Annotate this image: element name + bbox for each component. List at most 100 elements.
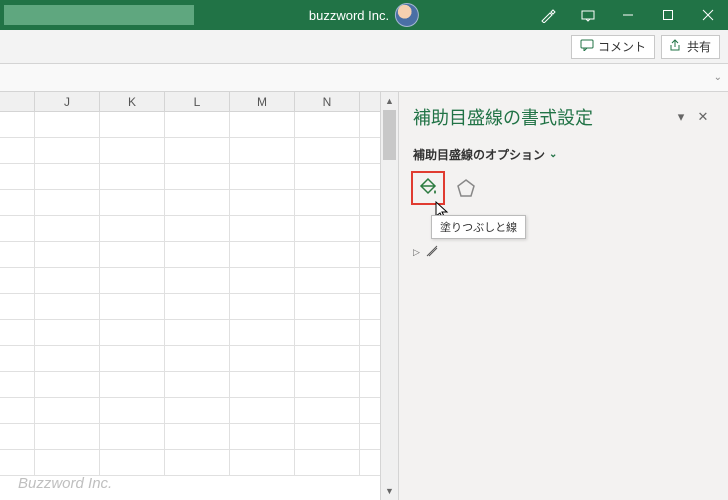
worksheet[interactable]: JKLMN Buzzword Inc.	[0, 92, 380, 500]
cell[interactable]	[100, 294, 165, 319]
cell[interactable]	[165, 294, 230, 319]
cell[interactable]	[100, 268, 165, 293]
cell[interactable]	[0, 242, 35, 267]
minimize-button[interactable]	[608, 0, 648, 30]
cell[interactable]	[100, 190, 165, 215]
cell[interactable]	[35, 216, 100, 241]
cell[interactable]	[0, 216, 35, 241]
cell[interactable]	[0, 164, 35, 189]
line-section[interactable]: ▷ 線	[413, 245, 714, 260]
comment-button[interactable]: コメント	[571, 35, 655, 59]
cell[interactable]	[295, 216, 360, 241]
cell[interactable]	[100, 372, 165, 397]
cell[interactable]	[230, 242, 295, 267]
cell[interactable]	[295, 294, 360, 319]
cell[interactable]	[230, 346, 295, 371]
cell[interactable]	[35, 268, 100, 293]
pane-options-dropdown[interactable]: 補助目盛線のオプション ⌄	[413, 146, 714, 163]
fill-line-tab[interactable]	[413, 173, 443, 203]
ribbon-display-icon[interactable]	[568, 0, 608, 30]
scroll-up-icon[interactable]: ▲	[381, 92, 398, 110]
cell[interactable]	[295, 424, 360, 449]
column-header[interactable]: L	[165, 92, 230, 111]
expand-ribbon-icon[interactable]: ⌄	[714, 72, 722, 83]
user-avatar[interactable]	[395, 3, 419, 27]
cell[interactable]	[230, 164, 295, 189]
cell[interactable]	[230, 372, 295, 397]
cell[interactable]	[295, 112, 360, 137]
cell[interactable]	[165, 450, 230, 475]
cell[interactable]	[230, 216, 295, 241]
cell[interactable]	[230, 450, 295, 475]
cell[interactable]	[0, 372, 35, 397]
pane-close-button[interactable]: ✕	[692, 106, 714, 128]
scroll-track[interactable]	[381, 110, 398, 482]
cell[interactable]	[295, 450, 360, 475]
cell[interactable]	[35, 112, 100, 137]
cell[interactable]	[0, 190, 35, 215]
cell[interactable]	[0, 450, 35, 475]
cell[interactable]	[35, 424, 100, 449]
column-header[interactable]: J	[35, 92, 100, 111]
search-or-pen-icon[interactable]	[528, 0, 568, 30]
cell[interactable]	[100, 112, 165, 137]
cell[interactable]	[295, 242, 360, 267]
column-header[interactable]: M	[230, 92, 295, 111]
cell[interactable]	[230, 112, 295, 137]
cell[interactable]	[35, 346, 100, 371]
cell[interactable]	[165, 216, 230, 241]
cell[interactable]	[165, 138, 230, 163]
cell[interactable]	[295, 372, 360, 397]
cell[interactable]	[230, 190, 295, 215]
cell[interactable]	[100, 242, 165, 267]
cell[interactable]	[35, 372, 100, 397]
scroll-down-icon[interactable]: ▼	[381, 482, 398, 500]
cell[interactable]	[100, 346, 165, 371]
cell[interactable]	[0, 320, 35, 345]
cell[interactable]	[35, 190, 100, 215]
cell[interactable]	[165, 112, 230, 137]
cell[interactable]	[165, 268, 230, 293]
cell[interactable]	[230, 294, 295, 319]
cell[interactable]	[100, 398, 165, 423]
cell[interactable]	[0, 112, 35, 137]
cell[interactable]	[0, 346, 35, 371]
cell[interactable]	[35, 398, 100, 423]
cell[interactable]	[0, 268, 35, 293]
cell[interactable]	[295, 346, 360, 371]
cell[interactable]	[0, 424, 35, 449]
cell[interactable]	[295, 268, 360, 293]
cell[interactable]	[0, 294, 35, 319]
cell[interactable]	[295, 138, 360, 163]
cell[interactable]	[165, 320, 230, 345]
vertical-scrollbar[interactable]: ▲ ▼	[380, 92, 398, 500]
cell[interactable]	[35, 294, 100, 319]
cell[interactable]	[35, 138, 100, 163]
cell[interactable]	[230, 268, 295, 293]
cell[interactable]	[165, 164, 230, 189]
cell[interactable]	[100, 450, 165, 475]
cell[interactable]	[100, 216, 165, 241]
cell[interactable]	[0, 138, 35, 163]
cell[interactable]	[165, 346, 230, 371]
scroll-thumb[interactable]	[383, 110, 396, 160]
cell[interactable]	[165, 398, 230, 423]
close-button[interactable]	[688, 0, 728, 30]
column-header[interactable]: N	[295, 92, 360, 111]
cell[interactable]	[230, 320, 295, 345]
effects-tab[interactable]	[451, 173, 481, 203]
cell[interactable]	[100, 138, 165, 163]
grid[interactable]	[0, 112, 380, 476]
pane-dropdown-icon[interactable]: ▾	[670, 106, 692, 128]
cell[interactable]	[165, 242, 230, 267]
cell[interactable]	[295, 320, 360, 345]
share-button[interactable]: 共有	[661, 35, 720, 59]
cell[interactable]	[100, 164, 165, 189]
maximize-button[interactable]	[648, 0, 688, 30]
cell[interactable]	[0, 398, 35, 423]
cell[interactable]	[100, 320, 165, 345]
cell[interactable]	[230, 138, 295, 163]
cell[interactable]	[230, 424, 295, 449]
cell[interactable]	[295, 164, 360, 189]
cell[interactable]	[165, 424, 230, 449]
